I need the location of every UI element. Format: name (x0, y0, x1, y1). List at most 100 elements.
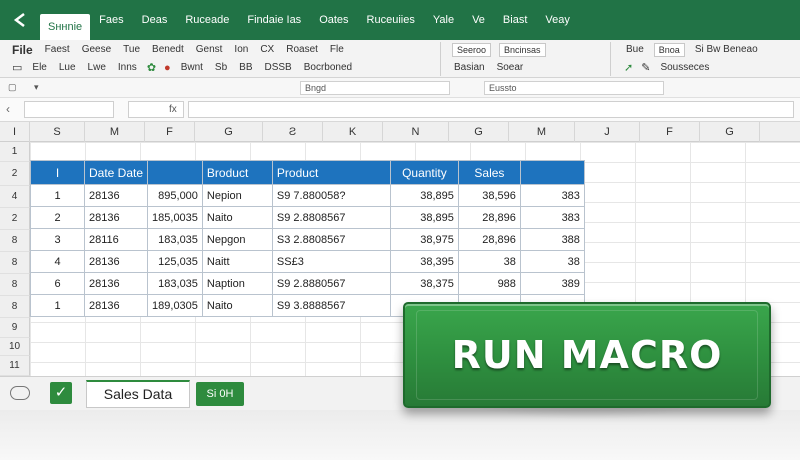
table-cell[interactable]: 183,035 (147, 228, 203, 251)
menu-item[interactable]: Ruceade (176, 0, 238, 40)
menu-item[interactable]: Ruceuiies (358, 0, 424, 40)
column-header[interactable]: M (509, 122, 575, 142)
column-header[interactable]: M (85, 122, 145, 142)
table-cell[interactable]: 383 (519, 184, 585, 207)
ribbon-button[interactable]: DSSB (259, 60, 298, 76)
ribbon-button[interactable]: Bocrboned (298, 60, 358, 76)
sheet-nav-icon[interactable] (10, 386, 30, 400)
table-cell[interactable]: 125,035 (147, 250, 203, 273)
menu-item[interactable]: Findaie Ias (238, 0, 310, 40)
checkmark-icon[interactable]: ✓ (50, 382, 72, 404)
column-header[interactable]: F (640, 122, 700, 142)
table-header-cell[interactable]: Quantity (389, 160, 459, 185)
row-header[interactable]: 11 (0, 356, 30, 376)
ribbon-button[interactable]: Bwnt (175, 60, 209, 76)
table-cell[interactable]: S9 2.8880567 (271, 272, 391, 295)
ribbon-button[interactable]: CX (254, 42, 280, 58)
table-header-cell[interactable]: Sales (457, 160, 521, 185)
ribbon-button[interactable]: Lwe (82, 60, 112, 76)
run-macro-button[interactable]: RUN MACRO (403, 302, 771, 408)
edit-icon[interactable]: ✎ (637, 61, 654, 74)
sheet-tab[interactable]: Si 0H (196, 382, 244, 406)
column-header[interactable]: J (575, 122, 640, 142)
table-header-cell[interactable]: Broduct (201, 160, 273, 185)
table-cell[interactable]: 28,896 (457, 206, 521, 229)
table-cell[interactable]: Nepgon (201, 228, 273, 251)
table-cell[interactable]: 38,895 (389, 206, 459, 229)
quick-field[interactable]: Bngd (300, 81, 450, 95)
table-cell[interactable]: 388 (519, 228, 585, 251)
table-cell[interactable]: 1 (30, 184, 85, 207)
table-header-cell[interactable]: Product (271, 160, 391, 185)
ribbon-button[interactable]: Roaset (280, 42, 324, 58)
table-cell[interactable]: Nepion (201, 184, 273, 207)
table-cell[interactable]: 4 (30, 250, 85, 273)
column-header[interactable]: Ƨ (263, 122, 323, 142)
menu-item[interactable]: Sннnie (40, 14, 91, 40)
table-cell[interactable]: 38,596 (457, 184, 521, 207)
style-dropdown[interactable]: Seeroo (452, 42, 492, 57)
table-cell[interactable]: 189,0305 (147, 294, 203, 317)
table-cell[interactable]: 383 (519, 206, 585, 229)
back-arrow-icon[interactable] (10, 9, 32, 31)
table-cell[interactable]: 38,975 (389, 228, 459, 251)
table-cell[interactable]: S9 3.8888567 (271, 294, 391, 317)
row-header[interactable]: 8 (0, 274, 30, 296)
menu-item[interactable]: Biast (494, 0, 536, 40)
ribbon-button[interactable]: Benedt (146, 42, 190, 58)
table-cell[interactable]: Naption (201, 272, 273, 295)
table-cell[interactable]: 28136 (83, 184, 149, 207)
table-header-cell[interactable]: Date Date (83, 160, 149, 185)
table-cell[interactable]: S9 2.8808567 (271, 206, 391, 229)
table-cell[interactable]: 28,896 (457, 228, 521, 251)
row-header[interactable]: 8 (0, 230, 30, 252)
ribbon-button[interactable]: Fle (324, 42, 350, 58)
row-header[interactable]: 2 (0, 162, 30, 186)
table-cell[interactable]: 1 (30, 294, 85, 317)
ribbon-button[interactable]: Lue (53, 60, 82, 76)
table-cell[interactable]: 38,375 (389, 272, 459, 295)
table-cell[interactable]: 38 (519, 250, 585, 273)
row-header[interactable]: 8 (0, 252, 30, 274)
chevron-left-icon[interactable]: ‹ (6, 102, 10, 116)
menu-item[interactable]: Veay (536, 0, 578, 40)
table-cell[interactable]: 28136 (83, 294, 149, 317)
ribbon-button[interactable]: Si Bw Beneao (689, 42, 764, 58)
row-header[interactable]: 10 (0, 338, 30, 356)
table-cell[interactable]: Naito (201, 294, 273, 317)
name-box[interactable] (24, 101, 114, 118)
table-cell[interactable]: S9 7.880058? (271, 184, 391, 207)
color-fill-icon[interactable]: ● (160, 62, 175, 74)
ribbon-button[interactable]: Bue (620, 42, 650, 58)
ribbon-button[interactable]: Tue (117, 42, 146, 58)
table-cell[interactable]: 38 (457, 250, 521, 273)
table-cell[interactable]: 895,000 (147, 184, 203, 207)
undo-icon[interactable]: ▢ (8, 82, 17, 93)
quick-field[interactable]: Eussto (484, 81, 664, 95)
dropdown-icon[interactable]: ▾ (34, 82, 39, 93)
table-cell[interactable]: 38,395 (389, 250, 459, 273)
column-header[interactable]: G (449, 122, 509, 142)
menu-item[interactable]: Oates (310, 0, 357, 40)
table-cell[interactable]: 185,0035 (147, 206, 203, 229)
table-header-cell[interactable] (147, 160, 203, 185)
table-cell[interactable]: 6 (30, 272, 85, 295)
insert-function-button[interactable]: fx (128, 101, 184, 118)
formula-input[interactable] (188, 101, 794, 118)
column-header[interactable]: K (323, 122, 383, 142)
ribbon-button[interactable]: Faest (39, 42, 76, 58)
column-header[interactable]: F (145, 122, 195, 142)
ribbon-button[interactable]: Sousseces (654, 60, 715, 76)
row-header[interactable]: 8 (0, 296, 30, 318)
row-header[interactable]: 1 (0, 142, 30, 162)
table-cell[interactable]: 28116 (83, 228, 149, 251)
table-cell[interactable]: 38,895 (389, 184, 459, 207)
menu-item[interactable]: Ve (463, 0, 494, 40)
style-dropdown[interactable]: Bncinsas (499, 42, 546, 57)
menu-item[interactable]: Faes (90, 0, 132, 40)
ribbon-button[interactable]: Ion (228, 42, 254, 58)
column-header[interactable]: N (383, 122, 449, 142)
table-header-cell[interactable] (519, 160, 585, 185)
menu-item[interactable]: Deas (133, 0, 177, 40)
ribbon-button[interactable]: Geese (76, 42, 117, 58)
